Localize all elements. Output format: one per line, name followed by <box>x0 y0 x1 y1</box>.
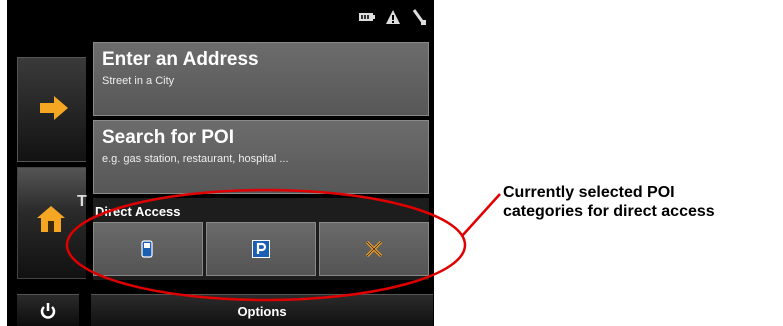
annotation-text: Currently selected POI categories for di… <box>503 183 783 221</box>
callout-leader-line <box>461 193 501 237</box>
annotation-line-2: categories for direct access <box>503 203 715 220</box>
callout-overlay <box>65 188 501 302</box>
annotation-line-1: Currently selected POI <box>503 184 675 201</box>
callout-ellipse <box>65 188 467 302</box>
